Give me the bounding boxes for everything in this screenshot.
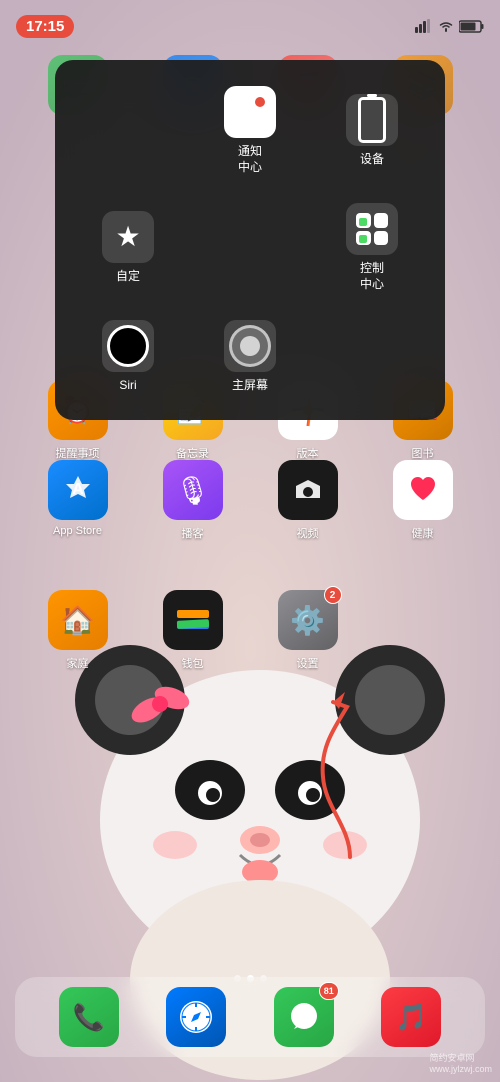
- home-screen-icon: [229, 325, 271, 367]
- wallet-label: 钱包: [182, 655, 204, 671]
- dock: 📞 81 🎵: [15, 977, 485, 1057]
- home-screen-icon-wrap: [224, 320, 276, 372]
- settings-icon[interactable]: ⚙️ 2: [278, 590, 338, 650]
- cc-toggle-1: [356, 213, 371, 228]
- tv-svg: [288, 470, 328, 510]
- safari-svg: [178, 999, 214, 1035]
- context-menu[interactable]: 通知中心 设备 ★ 自定 控制中心 Siri: [55, 60, 445, 420]
- siri-label: Siri: [119, 378, 136, 394]
- messages-icon[interactable]: 81: [274, 987, 334, 1047]
- notification-center-icon: [232, 94, 268, 130]
- appstore-svg: A: [60, 472, 96, 508]
- appstore-label: App Store: [53, 525, 102, 537]
- siri-icon: [107, 325, 149, 367]
- control-center-icon: [356, 213, 388, 245]
- app-placeholder: [383, 590, 463, 671]
- dock-messages[interactable]: 81: [264, 987, 344, 1047]
- dock-music[interactable]: 🎵: [371, 987, 451, 1047]
- phone-icon[interactable]: 📞: [59, 987, 119, 1047]
- status-bar: 17:15: [0, 0, 500, 44]
- podcasts-label: 播客: [182, 525, 204, 541]
- siri-icon-wrap: [102, 320, 154, 372]
- main-apps-row: A App Store 🎙 播客 视频 健康: [0, 460, 500, 541]
- device-icon: [358, 97, 386, 143]
- menu-item-home-screen[interactable]: 主屏幕: [193, 310, 307, 404]
- menu-item-device[interactable]: 设备: [315, 76, 429, 185]
- dock-safari[interactable]: [156, 987, 236, 1047]
- photos-label: 版本: [297, 445, 319, 461]
- health-label: 健康: [412, 525, 434, 541]
- control-center-label: 控制中心: [360, 261, 384, 292]
- notification-center-label: 通知中心: [238, 144, 262, 175]
- second-apps-row: 🏠 家庭 钱包 ⚙️ 2 设置: [0, 590, 500, 671]
- device-icon-wrap: [346, 94, 398, 146]
- tv-icon[interactable]: [278, 460, 338, 520]
- health-svg: [403, 470, 443, 510]
- svg-text:A: A: [72, 481, 84, 498]
- customize-icon-wrap: ★: [102, 211, 154, 263]
- cc-toggle-4: [374, 231, 389, 246]
- wifi-icon: [438, 20, 454, 32]
- reminder-label: 提醒事项: [56, 445, 100, 461]
- ibooks-label: 图书: [412, 445, 434, 461]
- menu-item-siri[interactable]: Siri: [71, 310, 185, 404]
- dock-phone[interactable]: 📞: [49, 987, 129, 1047]
- watermark-line2: www.jylzwj.com: [429, 1064, 492, 1074]
- arrow-overlay: [295, 647, 385, 872]
- wallet-svg: [173, 600, 213, 640]
- appstore-icon[interactable]: A: [48, 460, 108, 520]
- home-screen-label: 主屏幕: [232, 378, 268, 394]
- menu-item-customize[interactable]: ★ 自定: [71, 193, 185, 302]
- home-app-icon[interactable]: 🏠: [48, 590, 108, 650]
- settings-badge: 2: [324, 586, 342, 604]
- tv-label: 视频: [297, 525, 319, 541]
- app-wallet[interactable]: 钱包: [153, 590, 233, 671]
- app-home[interactable]: 🏠 家庭: [38, 590, 118, 671]
- app-podcasts[interactable]: 🎙 播客: [153, 460, 233, 541]
- device-label: 设备: [360, 152, 384, 168]
- notes-label: 备忘录: [176, 445, 209, 461]
- messages-svg: [286, 999, 322, 1035]
- star-icon: ★: [115, 220, 140, 253]
- podcasts-icon[interactable]: 🎙: [163, 460, 223, 520]
- cc-toggle-2: [374, 213, 389, 228]
- watermark-line1: 简约安卓网: [429, 1051, 492, 1064]
- control-center-icon-wrap: [346, 203, 398, 255]
- home-app-label: 家庭: [67, 655, 89, 671]
- health-icon[interactable]: [393, 460, 453, 520]
- watermark: 简约安卓网 www.jylzwj.com: [429, 1051, 492, 1074]
- safari-icon[interactable]: [166, 987, 226, 1047]
- status-icons: [415, 19, 484, 33]
- app-health[interactable]: 健康: [383, 460, 463, 541]
- wallet-icon[interactable]: [163, 590, 223, 650]
- cc-toggle-3: [356, 231, 371, 246]
- signal-icon: [415, 19, 433, 33]
- menu-item-notification-center[interactable]: 通知中心: [193, 76, 307, 185]
- customize-label: 自定: [116, 269, 140, 285]
- status-time: 17:15: [16, 15, 74, 38]
- app-tv[interactable]: 视频: [268, 460, 348, 541]
- notification-center-icon-wrap: [224, 86, 276, 138]
- app-appstore[interactable]: A App Store: [38, 460, 118, 541]
- menu-item-control-center[interactable]: 控制中心: [315, 193, 429, 302]
- arrow-svg: [295, 647, 385, 867]
- music-icon[interactable]: 🎵: [381, 987, 441, 1047]
- battery-icon: [459, 20, 484, 33]
- messages-badge: 81: [319, 982, 339, 1000]
